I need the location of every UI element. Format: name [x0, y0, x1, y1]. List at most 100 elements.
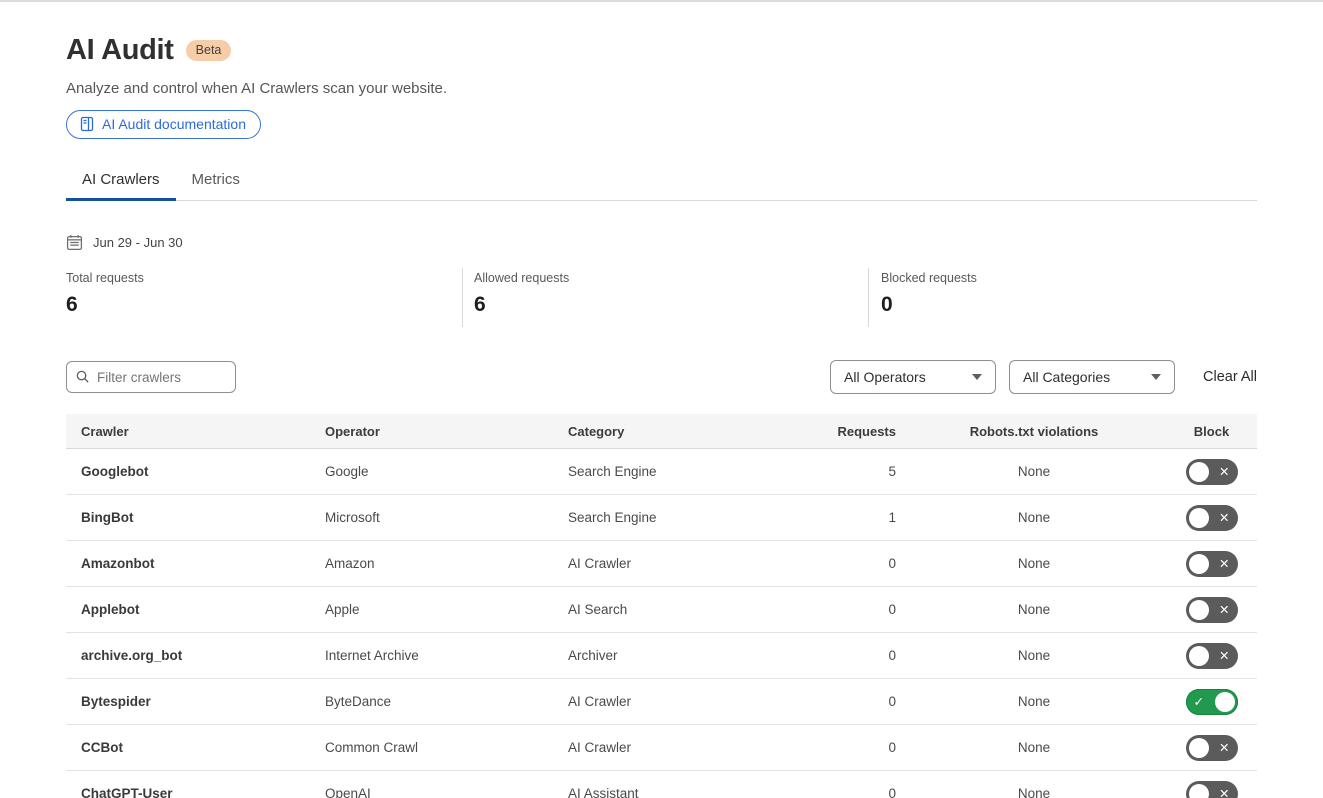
violations-value: None: [902, 464, 1166, 479]
operator-name: Microsoft: [325, 510, 568, 525]
stat-blocked-requests: Blocked requests 0: [868, 268, 1257, 327]
block-toggle[interactable]: ✓ ✕: [1186, 781, 1238, 798]
table-row: Googlebot Google Search Engine 5 None ✓ …: [66, 449, 1257, 495]
stat-allowed-requests: Allowed requests 6: [462, 268, 868, 327]
violations-value: None: [902, 510, 1166, 525]
crawler-name: CCBot: [66, 740, 325, 755]
stat-label: Allowed requests: [474, 271, 868, 285]
requests-count: 5: [800, 464, 902, 479]
crawler-name: Amazonbot: [66, 556, 325, 571]
categories-dropdown[interactable]: All Categories: [1009, 360, 1175, 394]
requests-count: 0: [800, 648, 902, 663]
operator-name: Apple: [325, 602, 568, 617]
table-row: Bytespider ByteDance AI Crawler 0 None ✓…: [66, 679, 1257, 725]
table-row: CCBot Common Crawl AI Crawler 0 None ✓ ✕: [66, 725, 1257, 771]
violations-value: None: [902, 786, 1166, 798]
x-icon: ✕: [1219, 557, 1229, 570]
operator-name: Common Crawl: [325, 740, 568, 755]
stat-value: 6: [66, 293, 462, 317]
block-toggle[interactable]: ✓ ✕: [1186, 643, 1238, 669]
operators-dropdown[interactable]: All Operators: [830, 360, 996, 394]
x-icon: ✕: [1219, 787, 1229, 798]
toggle-knob: [1189, 600, 1209, 620]
crawler-name: Googlebot: [66, 464, 325, 479]
operator-name: Google: [325, 464, 568, 479]
operator-name: OpenAI: [325, 786, 568, 798]
toggle-knob: [1189, 738, 1209, 758]
page-header: AI Audit Beta Analyze and control when A…: [66, 34, 1257, 139]
categories-dropdown-value: All Categories: [1023, 369, 1110, 385]
violations-value: None: [902, 648, 1166, 663]
x-icon: ✕: [1219, 511, 1229, 524]
violations-value: None: [902, 740, 1166, 755]
requests-count: 0: [800, 786, 902, 798]
stats-row: Total requests 6 Allowed requests 6 Bloc…: [66, 268, 1257, 327]
toggle-knob: [1189, 646, 1209, 666]
tab-metrics[interactable]: Metrics: [176, 161, 256, 200]
category-label: AI Crawler: [568, 556, 800, 571]
category-label: Search Engine: [568, 510, 800, 525]
toggle-knob: [1189, 508, 1209, 528]
operator-name: Amazon: [325, 556, 568, 571]
category-label: AI Crawler: [568, 694, 800, 709]
block-toggle[interactable]: ✓ ✕: [1186, 597, 1238, 623]
block-toggle[interactable]: ✓ ✕: [1186, 689, 1238, 715]
calendar-icon: [66, 234, 83, 251]
date-range-picker[interactable]: Jun 29 - Jun 30: [66, 234, 1257, 251]
tab-bar: AI Crawlers Metrics: [66, 161, 1257, 201]
column-header-crawler: Crawler: [66, 424, 325, 439]
block-toggle[interactable]: ✓ ✕: [1186, 735, 1238, 761]
toggle-knob: [1189, 462, 1209, 482]
block-toggle[interactable]: ✓ ✕: [1186, 551, 1238, 577]
category-label: AI Assistant: [568, 786, 800, 798]
category-label: Archiver: [568, 648, 800, 663]
crawler-name: Applebot: [66, 602, 325, 617]
operators-dropdown-value: All Operators: [844, 369, 926, 385]
column-header-operator: Operator: [325, 424, 568, 439]
page-subtitle: Analyze and control when AI Crawlers sca…: [66, 80, 1257, 97]
category-label: AI Crawler: [568, 740, 800, 755]
operator-name: ByteDance: [325, 694, 568, 709]
violations-value: None: [902, 602, 1166, 617]
category-label: AI Search: [568, 602, 800, 617]
requests-count: 0: [800, 740, 902, 755]
crawler-filter-input[interactable]: [66, 361, 236, 393]
category-label: Search Engine: [568, 464, 800, 479]
table-row: BingBot Microsoft Search Engine 1 None ✓…: [66, 495, 1257, 541]
block-toggle[interactable]: ✓ ✕: [1186, 505, 1238, 531]
chevron-down-icon: [972, 374, 982, 380]
clear-all-button[interactable]: Clear All: [1203, 369, 1257, 385]
stat-value: 0: [881, 293, 1257, 317]
violations-value: None: [902, 694, 1166, 709]
table-row: Amazonbot Amazon AI Crawler 0 None ✓ ✕: [66, 541, 1257, 587]
stat-value: 6: [474, 293, 868, 317]
block-toggle[interactable]: ✓ ✕: [1186, 459, 1238, 485]
table-body: Googlebot Google Search Engine 5 None ✓ …: [66, 449, 1257, 798]
crawler-name: ChatGPT-User: [66, 786, 325, 798]
filter-bar: All Operators All Categories Clear All: [66, 360, 1257, 394]
requests-count: 0: [800, 602, 902, 617]
documentation-button[interactable]: AI Audit documentation: [66, 110, 261, 139]
requests-count: 0: [800, 694, 902, 709]
chevron-down-icon: [1151, 374, 1161, 380]
toggle-knob: [1189, 784, 1209, 798]
toggle-knob: [1189, 554, 1209, 574]
book-icon: [79, 116, 95, 132]
operator-name: Internet Archive: [325, 648, 568, 663]
requests-count: 1: [800, 510, 902, 525]
requests-count: 0: [800, 556, 902, 571]
crawler-name: Bytespider: [66, 694, 325, 709]
x-icon: ✕: [1219, 603, 1229, 616]
stat-label: Total requests: [66, 271, 462, 285]
violations-value: None: [902, 556, 1166, 571]
column-header-violations: Robots.txt violations: [902, 424, 1166, 439]
check-icon: ✓: [1194, 695, 1204, 708]
tab-ai-crawlers[interactable]: AI Crawlers: [66, 161, 176, 200]
column-header-requests: Requests: [800, 424, 902, 439]
x-icon: ✕: [1219, 465, 1229, 478]
table-row: ChatGPT-User OpenAI AI Assistant 0 None …: [66, 771, 1257, 798]
crawler-name: BingBot: [66, 510, 325, 525]
table-row: archive.org_bot Internet Archive Archive…: [66, 633, 1257, 679]
beta-badge: Beta: [186, 40, 232, 61]
table-row: Applebot Apple AI Search 0 None ✓ ✕: [66, 587, 1257, 633]
